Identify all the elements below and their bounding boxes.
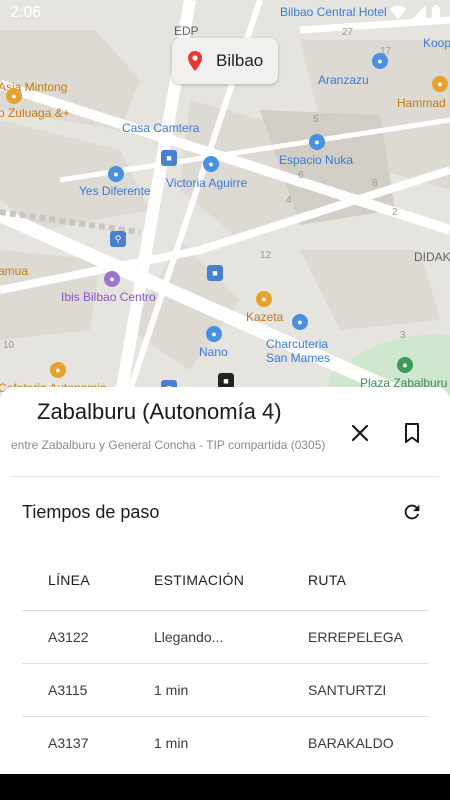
- divider: [11, 476, 439, 477]
- signal-icon: [412, 5, 426, 19]
- column-header-estimacion[interactable]: ESTIMACIÓN: [154, 572, 244, 588]
- cell-linea: A3115: [48, 682, 88, 698]
- hotel-icon: ●: [104, 271, 120, 287]
- location-pin-icon: [188, 51, 202, 71]
- arrival-times-table: LÍNEA ESTIMACIÓN RUTA A3122 Llegando... …: [22, 555, 428, 770]
- cell-estimacion: 1 min: [154, 735, 189, 751]
- house-number: 3: [400, 330, 406, 341]
- house-number: 12: [260, 250, 272, 261]
- wifi-icon: [390, 5, 406, 19]
- poi-edp: EDP: [174, 24, 199, 38]
- cell-ruta: ERREPELEGA: [308, 629, 403, 645]
- cafe-icon: ●: [432, 76, 448, 92]
- shop-icon: ●: [309, 134, 325, 150]
- stop-details-sheet: Zabalburu (Autonomía 4) entre Zabalburu …: [0, 387, 450, 774]
- table-row[interactable]: A3115 1 min SANTURTZI: [22, 664, 428, 717]
- cell-linea: A3122: [48, 629, 89, 645]
- shop-icon: ●: [206, 326, 222, 342]
- house-number: 2: [392, 207, 398, 218]
- shop-icon: ●: [372, 53, 388, 69]
- poi-victoria-aguirre[interactable]: Victoria Aguirre: [166, 176, 247, 190]
- poi-charcuteria[interactable]: Charcuteria San Mames: [266, 337, 330, 365]
- bus-stop-icon[interactable]: ■: [161, 150, 177, 166]
- shop-icon: ●: [292, 314, 308, 330]
- cell-ruta: SANTURTZI: [308, 682, 387, 698]
- poi-aranzazu[interactable]: Aranzazu: [318, 73, 369, 87]
- cell-ruta: BARAKALDO: [308, 735, 394, 751]
- poi-koop[interactable]: Koop: [423, 36, 450, 50]
- house-number: 8: [372, 178, 378, 189]
- battery-icon: [432, 5, 440, 19]
- cell-linea: A3137: [48, 735, 89, 751]
- refresh-icon: [404, 504, 420, 520]
- house-number: 5: [313, 114, 319, 125]
- close-icon: [351, 424, 369, 442]
- table-header: LÍNEA ESTIMACIÓN RUTA: [22, 555, 428, 611]
- poi-espacio-nuka[interactable]: Espacio Nuka: [279, 153, 353, 167]
- house-number: 4: [286, 195, 292, 206]
- bar-icon: ●: [256, 291, 272, 307]
- restaurant-icon: ●: [6, 88, 22, 104]
- bookmark-button[interactable]: [398, 419, 426, 447]
- stop-title: Zabalburu (Autonomía 4): [37, 399, 282, 424]
- status-icons: [390, 5, 440, 19]
- status-bar: 2:06: [0, 0, 450, 26]
- poi-nano[interactable]: Nano: [199, 345, 228, 359]
- poi-camua[interactable]: amua: [0, 264, 28, 278]
- poi-casa-camtera[interactable]: Casa Camtera: [122, 121, 199, 135]
- city-chip[interactable]: Bilbao: [172, 38, 278, 84]
- stop-subtitle: entre Zabalburu y General Concha - TIP c…: [11, 438, 326, 452]
- poi-hammad[interactable]: Hammad: [397, 96, 446, 110]
- poi-ibis-bilbao-centro[interactable]: Ibis Bilbao Centro: [61, 290, 156, 304]
- column-header-linea[interactable]: LÍNEA: [48, 572, 90, 588]
- bookmark-icon: [405, 423, 419, 443]
- house-number: 27: [342, 27, 354, 38]
- poi-didak[interactable]: DIDAK: [414, 250, 450, 264]
- poi-yes-diferente[interactable]: Yes Diferente: [79, 184, 151, 198]
- house-number: 6: [298, 170, 304, 181]
- table-row[interactable]: A3122 Llegando... ERREPELEGA: [22, 611, 428, 664]
- section-title: Tiempos de paso: [22, 502, 160, 522]
- shop-icon: ●: [108, 166, 124, 182]
- poi-kazeta[interactable]: Kazeta: [246, 310, 283, 324]
- table-row[interactable]: A3137 1 min BARAKALDO: [22, 717, 428, 770]
- map-view[interactable]: EDP Bilbao Central Hotel Koop Aranzazu H…: [0, 0, 450, 420]
- navigation-bar: [0, 774, 450, 800]
- cafe-icon: ●: [50, 362, 66, 378]
- refresh-button[interactable]: [398, 498, 426, 526]
- shop-icon: ●: [203, 156, 219, 172]
- bike-icon[interactable]: ⚲: [110, 231, 126, 247]
- close-button[interactable]: [346, 419, 374, 447]
- poi-zuluaga[interactable]: o Zuluaga &+: [0, 106, 70, 120]
- park-icon: ●: [397, 357, 413, 373]
- cell-estimacion: Llegando...: [154, 629, 224, 645]
- bus-stop-icon[interactable]: ■: [207, 265, 223, 281]
- status-time: 2:06: [10, 4, 42, 21]
- city-chip-label: Bilbao: [216, 51, 264, 70]
- cell-estimacion: 1 min: [154, 682, 189, 698]
- house-number: 10: [3, 340, 15, 351]
- column-header-ruta[interactable]: RUTA: [308, 572, 346, 588]
